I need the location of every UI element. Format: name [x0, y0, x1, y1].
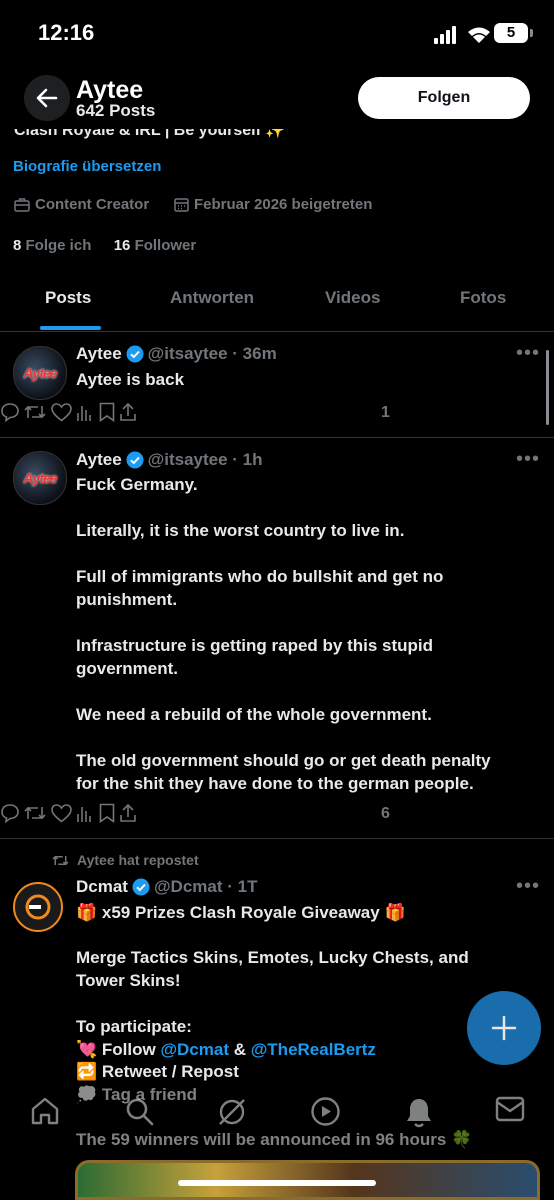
avatar-text: Aytee: [23, 470, 57, 486]
tweet-text: Aytee is back: [76, 370, 185, 389]
follow-button[interactable]: Folgen: [358, 77, 530, 119]
tweet-actions: 1: [0, 402, 554, 426]
tab-photos[interactable]: Fotos: [460, 288, 506, 308]
verified-badge-icon: [126, 451, 144, 469]
repost-text-line7: The 59 winners will be announced in 96 h…: [76, 1130, 473, 1149]
followers-link[interactable]: 16 Follower: [114, 237, 197, 254]
tweet-author-name[interactable]: Dcmat: [76, 877, 128, 897]
back-button[interactable]: [24, 75, 70, 121]
reply-icon[interactable]: [0, 402, 20, 423]
follow-counts: 8 Folge ich 16 Follower: [13, 237, 196, 254]
mention-link[interactable]: @Dcmat: [160, 1040, 229, 1059]
tweet-handle-time: @Dcmat · 1T: [153, 877, 258, 896]
search-icon[interactable]: [124, 1096, 154, 1126]
avatar[interactable]: [13, 882, 63, 932]
tweet-header: Dcmat @Dcmat · 1T: [76, 877, 257, 897]
compose-button[interactable]: [467, 991, 541, 1065]
like-icon[interactable]: [51, 403, 72, 422]
repost-text-line3: To participate:: [76, 1017, 192, 1036]
like-icon[interactable]: [51, 804, 72, 823]
dcmat-logo-icon: [25, 894, 51, 920]
tweet-handle-time: @itsaytee · 36m: [147, 344, 277, 363]
plus-icon: [491, 1015, 517, 1041]
avatar[interactable]: Aytee: [13, 451, 67, 505]
arrow-left-icon: [36, 88, 58, 108]
views-icon[interactable]: [76, 404, 94, 422]
home-indicator: [178, 1180, 376, 1186]
retweet-icon[interactable]: [24, 803, 47, 823]
mention-link[interactable]: @TheRealBertz: [251, 1040, 376, 1059]
avatar[interactable]: Aytee: [13, 346, 67, 400]
followers-count: 16: [113, 237, 131, 254]
retweet-icon[interactable]: [24, 402, 47, 422]
more-options-icon[interactable]: •••: [516, 875, 540, 898]
more-options-icon[interactable]: •••: [516, 448, 540, 471]
notifications-icon[interactable]: [404, 1096, 434, 1128]
status-time: 12:16: [38, 20, 95, 45]
more-options-icon[interactable]: •••: [516, 342, 540, 365]
home-icon[interactable]: [30, 1096, 60, 1126]
views-count: 1: [381, 404, 390, 421]
following-link[interactable]: 8 Folge ich: [13, 237, 91, 254]
tweet-author-name[interactable]: Aytee: [76, 450, 122, 470]
repost-text-line2: Merge Tactics Skins, Emotes, Lucky Chest…: [76, 948, 469, 990]
joined-meta: Februar 2026 beigetreten: [174, 196, 372, 213]
signal-wifi-icon: [434, 26, 490, 44]
share-icon[interactable]: [119, 402, 137, 422]
tab-replies[interactable]: Antworten: [170, 288, 254, 308]
category-meta: Content Creator: [14, 196, 149, 213]
divider: [0, 331, 554, 332]
tweet-author-name[interactable]: Aytee: [76, 344, 122, 364]
divider: [0, 437, 554, 438]
profile-bio: Clash Royale & IRL | Be yourself ✨: [14, 122, 286, 139]
tweet-text: Fuck Germany. Literally, it is the worst…: [76, 475, 491, 793]
verified-badge-icon: [126, 345, 144, 363]
tweet-header: Aytee @itsaytee · 1h: [76, 450, 263, 470]
follow-prefix: 💘 Follow: [76, 1040, 161, 1059]
repost-label: Aytee hat repostet: [77, 852, 199, 868]
grok-icon[interactable]: [216, 1096, 248, 1128]
repost-text-line5: 🔁 Retweet / Repost: [76, 1062, 239, 1081]
category-label: Content Creator: [35, 196, 150, 213]
joined-label: Februar 2026 beigetreten: [194, 196, 373, 213]
briefcase-icon: [14, 198, 30, 212]
following-count: 8: [13, 237, 22, 254]
tweet-handle-time: @itsaytee · 1h: [147, 450, 263, 469]
verified-badge-icon: [132, 878, 150, 896]
divider: [0, 838, 554, 839]
status-bar: 12:16 5: [0, 0, 554, 62]
bookmark-icon[interactable]: [99, 402, 115, 423]
tab-videos[interactable]: Videos: [325, 288, 380, 308]
following-label: Folge ich: [25, 237, 92, 254]
calendar-icon: [174, 198, 189, 212]
amp-text: &: [228, 1040, 251, 1059]
avatar-text: Aytee: [23, 365, 57, 381]
views-count: 6: [381, 805, 390, 822]
tweet-actions: 6: [0, 803, 554, 827]
followers-label: Follower: [134, 237, 197, 254]
retweet-icon: [52, 855, 69, 865]
battery-icon: 5: [494, 23, 533, 43]
tab-posts[interactable]: Posts: [45, 288, 91, 308]
reply-icon[interactable]: [0, 803, 20, 824]
active-tab-indicator: [40, 326, 101, 330]
repost-text-line1: 🎁 x59 Prizes Clash Royale Giveaway 🎁: [76, 903, 406, 922]
video-icon[interactable]: [310, 1096, 341, 1127]
repost-follow-line: 💘 Follow @Dcmat & @TheRealBertz: [76, 1038, 516, 1061]
repost-indicator: Aytee hat repostet: [52, 852, 199, 868]
tweet-header: Aytee @itsaytee · 36m: [76, 344, 277, 364]
posts-count: 642 Posts: [76, 101, 156, 120]
views-icon[interactable]: [76, 805, 94, 823]
translate-bio-link[interactable]: Biografie übersetzen: [13, 158, 161, 175]
share-icon[interactable]: [119, 803, 137, 823]
bookmark-icon[interactable]: [99, 803, 115, 824]
messages-icon[interactable]: [495, 1096, 525, 1122]
